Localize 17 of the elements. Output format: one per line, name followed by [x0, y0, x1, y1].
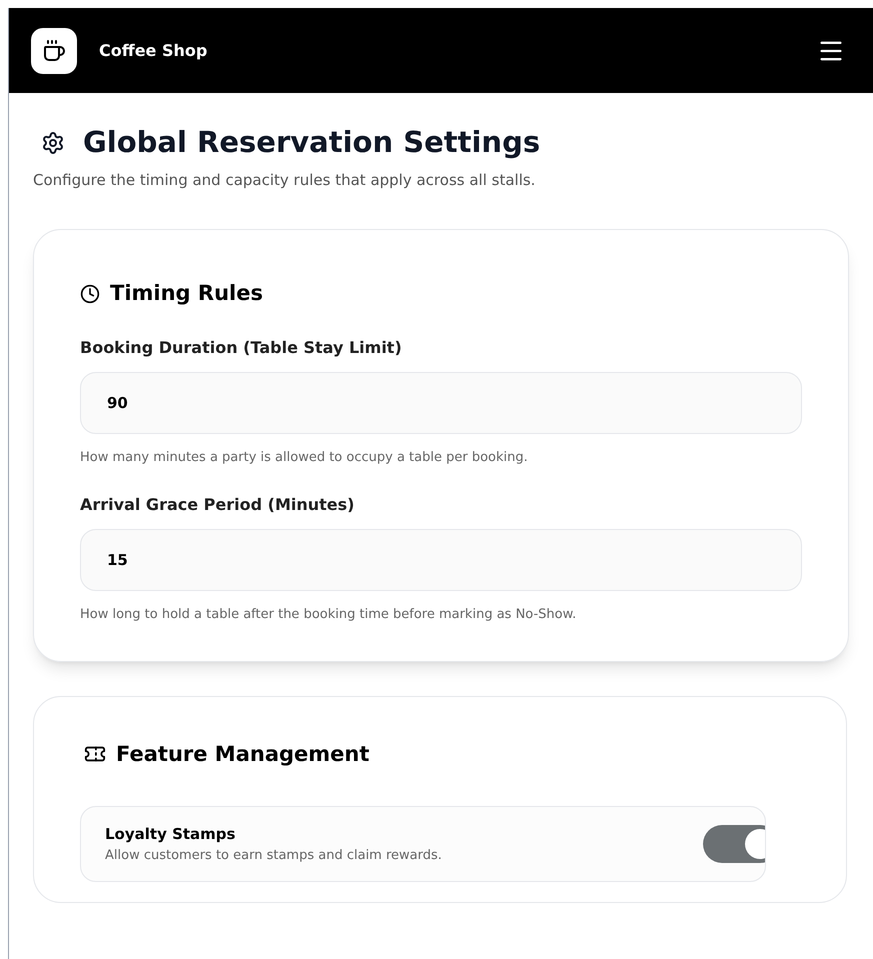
page-subtitle: Configure the timing and capacity rules that apply across all stalls.	[33, 170, 536, 190]
coffee-cup-logo-icon	[31, 28, 77, 74]
field-help-text: How many minutes a party is allowed to occupy a table per booking.	[80, 448, 529, 466]
section-title: Feature Management	[116, 740, 370, 768]
app-title: Coffee Shop	[99, 40, 208, 62]
field-help-text: How long to hold a table after the booking time before marking as No-Show.	[80, 606, 578, 624]
number-input-field[interactable]: 15	[80, 529, 802, 591]
field-label: Arrival Grace Period (Minutes)	[80, 494, 356, 516]
feature-name: Loyalty Stamps	[105, 824, 236, 845]
page-title: Global Reservation Settings	[83, 124, 540, 161]
number-input-field[interactable]: 90	[80, 372, 802, 434]
feature-description: Allow customers to earn stamps and claim rewards.	[105, 846, 442, 864]
section-title: Timing Rules	[110, 280, 263, 307]
settings-icon	[41, 130, 65, 155]
clock-icon	[80, 284, 100, 304]
field-label: Booking Duration (Table Stay Limit)	[80, 336, 403, 358]
toggle-switch[interactable]	[703, 825, 765, 863]
